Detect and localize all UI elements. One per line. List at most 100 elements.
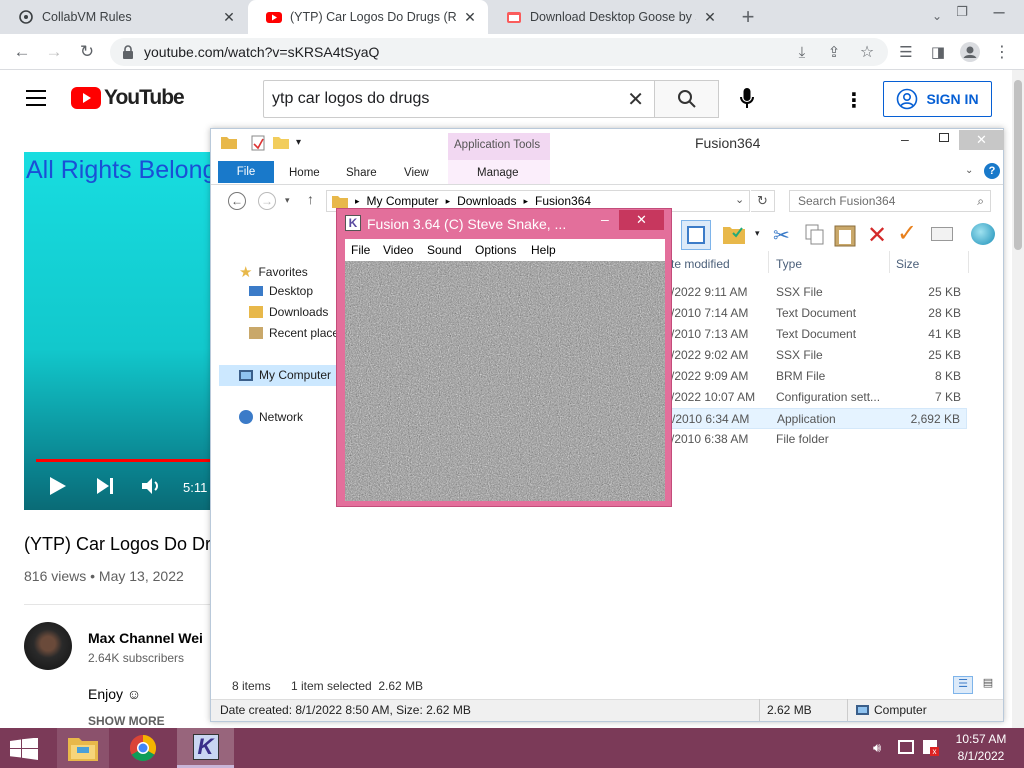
tab-close-icon[interactable]: ✕ [462,9,478,26]
bookmark-star-icon[interactable]: ☆ [855,40,879,64]
file-row[interactable]: /2010 6:38 AM File folder [667,429,967,450]
start-button-windows-icon[interactable] [10,737,38,763]
ribbon-tab-view[interactable]: View [404,162,429,184]
clock-time[interactable]: 10:57 AM [945,732,1017,746]
file-row[interactable]: /2022 9:09 AM BRM File 8 KB [667,366,967,387]
fusion-app-icon[interactable]: K [345,215,361,231]
nav-desktop[interactable]: Desktop [249,284,313,298]
fusion-menu-help[interactable]: Help [531,243,556,257]
next-video-icon[interactable] [97,478,113,497]
new-tab-icon[interactable]: + [736,4,760,29]
hamburger-menu-icon[interactable] [26,90,46,106]
video-player[interactable]: All Rights Belong 5:11 [24,152,212,510]
voice-search-button[interactable] [734,86,760,112]
customize-toolbar-icon[interactable]: ▾ [296,137,301,148]
file-row[interactable]: /2010 7:14 AM Text Document 28 KB [667,303,967,324]
ribbon-tab-share[interactable]: Share [346,162,377,184]
nav-network[interactable]: Network [239,410,303,424]
fusion-menu-file[interactable]: File [351,243,370,257]
profile-icon[interactable] [958,40,982,64]
tab-close-icon[interactable]: ✕ [702,9,718,26]
folder-options-icon[interactable] [723,224,745,247]
fusion-minimize-icon[interactable]: ‒ [601,211,609,227]
show-more-button[interactable]: SHOW MORE [88,714,165,728]
file-row[interactable]: /2022 9:11 AM SSX File 25 KB [667,282,967,303]
ribbon-expand-chevron-icon[interactable]: ⌄ [965,165,973,176]
fusion-close-icon[interactable]: ✕ [619,210,664,230]
install-app-icon[interactable]: ⤓ [790,40,814,64]
sign-in-button[interactable]: SIGN IN [883,81,992,117]
recent-locations-icon[interactable]: ▾ [285,195,290,206]
breadcrumb-fusion364[interactable]: Fusion364 [535,194,591,208]
emulator-static-screen[interactable] [345,261,665,501]
channel-name[interactable]: Max Channel Wei [88,630,203,646]
tab-collabvm-rules[interactable]: CollabVM Rules ✕ [0,0,247,34]
dropdown-arrow-icon[interactable]: ▾ [755,228,760,239]
column-date-modified[interactable]: te modified [671,257,730,271]
view-pane-button[interactable] [681,220,711,250]
file-row[interactable]: /2022 10:07 AM Configuration sett... 7 K… [667,387,967,408]
help-icon[interactable]: ? [984,163,1000,179]
tab-search-chevron-icon[interactable]: ⌄ [925,4,949,28]
fusion-menu-options[interactable]: Options [475,243,516,257]
nav-downloads[interactable]: Downloads [249,305,328,319]
copy-icon[interactable] [805,224,825,249]
nav-up-icon[interactable]: ↑ [307,191,314,207]
scrollbar-thumb[interactable] [1014,80,1022,250]
globe-icon[interactable] [971,223,995,245]
search-button[interactable] [655,80,719,118]
play-icon[interactable] [50,477,66,498]
volume-icon[interactable] [142,477,162,498]
minimize-window-icon[interactable]: – [987,0,1011,24]
reload-icon[interactable]: ↻ [75,40,99,64]
reading-list-icon[interactable]: ☰ [894,40,918,64]
fusion-menu-video[interactable]: Video [383,243,413,257]
page-scrollbar[interactable] [1012,70,1024,728]
nav-forward-icon[interactable]: → [258,192,276,210]
side-panel-icon[interactable]: ◨ [926,40,950,64]
paste-icon[interactable] [834,223,856,250]
settings-more-icon[interactable]: ⋮ [844,88,864,113]
action-center-tray-icon[interactable]: x [923,740,939,756]
back-arrow-icon[interactable]: ← [10,40,34,64]
clear-search-icon[interactable]: ✕ [627,87,644,112]
share-icon[interactable]: ⇪ [822,40,846,64]
column-size[interactable]: Size [896,257,919,271]
explorer-close-icon[interactable]: ✕ [959,130,1004,150]
large-icons-view-icon[interactable]: ▤ [979,676,997,694]
file-row[interactable]: /2010 7:13 AM Text Document 41 KB [667,324,967,345]
details-view-icon[interactable]: ☰ [953,676,973,694]
restore-window-icon[interactable]: ❐ [950,0,974,24]
tab-desktop-goose[interactable]: Download Desktop Goose by sam ✕ [488,0,728,34]
address-dropdown-icon[interactable]: ⌄ [735,193,744,206]
network-tray-icon[interactable] [898,740,914,754]
file-row-selected[interactable]: /2010 6:34 AM Application 2,692 KB [667,408,967,429]
explorer-minimize-icon[interactable]: ‒ [901,131,909,147]
taskbar-chrome[interactable] [117,728,169,768]
fusion-menu-sound[interactable]: Sound [427,243,462,257]
file-row[interactable]: /2022 9:02 AM SSX File 25 KB [667,345,967,366]
youtube-logo[interactable]: YouTube [71,86,185,110]
tab-youtube-video[interactable]: (YTP) Car Logos Do Drugs (Reup ✕ [248,0,488,34]
forward-arrow-icon[interactable]: → [42,40,66,64]
column-type[interactable]: Type [776,257,802,271]
nav-back-icon[interactable]: ← [228,192,246,210]
breadcrumb-downloads[interactable]: Downloads [457,194,516,208]
folder-quick-icon[interactable] [221,135,237,152]
nav-favorites[interactable]: ★ Favorites [239,263,308,281]
explorer-maximize-icon[interactable] [939,133,949,142]
clock-date[interactable]: 8/1/2022 [945,749,1017,763]
explorer-search-input[interactable]: Search Fusion364 ⌕ [789,190,991,212]
nav-my-computer[interactable]: My Computer [239,368,331,382]
properties-icon[interactable] [931,227,953,241]
rename-check-icon[interactable]: ✓ [897,219,917,248]
channel-avatar[interactable] [24,622,72,670]
volume-tray-icon[interactable]: 🔊︎ [873,740,881,756]
taskbar-file-explorer[interactable] [57,728,109,768]
refresh-icon[interactable]: ↻ [751,190,775,212]
ribbon-tab-manage[interactable]: Manage [477,162,519,184]
chrome-menu-icon[interactable]: ⋮ [990,40,1014,64]
nav-recent-places[interactable]: Recent place [249,326,339,340]
properties-quick-icon[interactable] [251,135,265,154]
tab-close-icon[interactable]: ✕ [221,9,237,26]
